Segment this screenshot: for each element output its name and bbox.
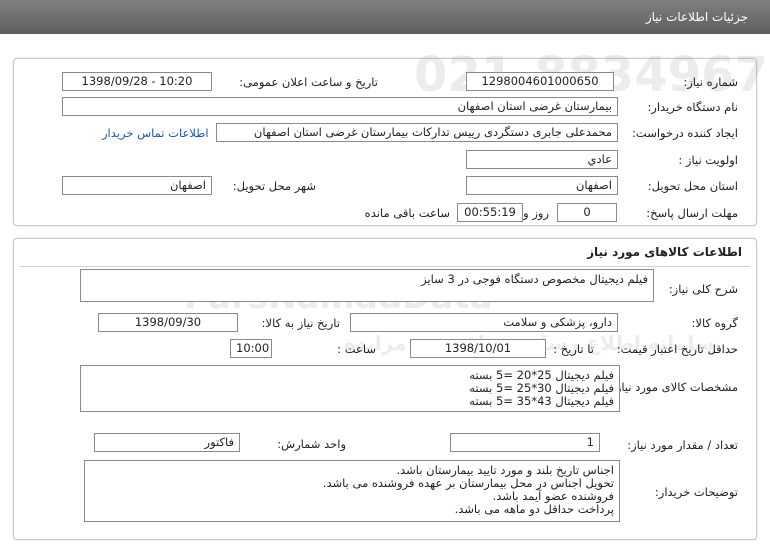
buyer-contact-link[interactable]: اطلاعات تماس خریدار — [102, 126, 209, 140]
goods-section-title: اطلاعات کالاهای مورد نیاز — [587, 245, 742, 259]
section-divider — [20, 266, 750, 267]
goods-group-label: گروه کالا: — [691, 316, 738, 330]
need-number-field[interactable]: 1298004601000650 — [466, 72, 614, 91]
unit-field[interactable]: فاکتور — [94, 433, 240, 452]
buyer-org-field[interactable]: بیمارستان غرضی استان اصفهان — [62, 97, 618, 116]
delivery-province-field[interactable]: اصفهان — [466, 176, 618, 195]
spec-line: فیلم دیجیتال 43*35 =5 بسته — [469, 394, 614, 408]
deadline-time-field[interactable]: 00:55:19 — [457, 203, 523, 222]
days-label: روز و — [523, 206, 549, 220]
quantity-label: تعداد / مقدار مورد نیاز: — [627, 438, 738, 452]
validity-date-field[interactable]: 1398/10/01 — [410, 339, 546, 358]
unit-label: واحد شمارش: — [277, 437, 346, 451]
goods-group-field[interactable]: دارو، پزشکی و سلامت — [350, 313, 618, 332]
specs-field[interactable]: فیلم دیجیتال 25*20 =5 بسته فیلم دیجیتال … — [80, 365, 620, 412]
delivery-province-label: استان محل تحویل: — [647, 179, 738, 193]
announce-datetime-field[interactable]: 1398/09/28 - 10:20 — [62, 72, 212, 91]
need-info-panel: 021-88349670-5 شماره نیاز: 1298004601000… — [13, 47, 770, 226]
deadline-days-field[interactable]: 0 — [557, 203, 617, 222]
remaining-label: ساعت باقی مانده — [364, 206, 450, 220]
quantity-field[interactable]: 1 — [450, 433, 600, 452]
need-date-label: تاریخ نیاز به کالا: — [261, 316, 340, 330]
summary-field[interactable]: فیلم دیجیتال مخصوص دستگاه فوجی در 3 سایز — [80, 269, 654, 302]
announce-datetime-label: تاریخ و ساعت اعلان عمومی: — [239, 75, 378, 89]
deadline-label: مهلت ارسال پاسخ: — [646, 206, 738, 220]
buyer-notes-label: توضیحات خریدار: — [654, 485, 738, 499]
creator-field[interactable]: محمدعلی جابری دستگردی رییس تدارکات بیمار… — [216, 123, 618, 142]
summary-label: شرح کلی نیاز: — [668, 282, 738, 296]
until-date-label: تا تاریخ : — [553, 342, 594, 356]
validity-time-field[interactable]: 10:00 — [230, 339, 272, 358]
page-title: جزئیات اطلاعات نیاز — [645, 10, 748, 24]
priority-field[interactable]: عادي — [466, 150, 618, 169]
buyer-notes-field[interactable]: اجناس تاریخ بلند و مورد تایید بیمارستان … — [84, 460, 620, 522]
buyer-org-label: نام دستگاه خریدار: — [647, 100, 738, 114]
need-number-label: شماره نیاز: — [683, 75, 738, 89]
page-header: جزئیات اطلاعات نیاز — [0, 0, 770, 34]
specs-label: مشخصات کالای مورد نیاز: — [611, 380, 738, 394]
price-validity-label: حداقل تاریخ اعتبار قیمت: — [616, 342, 738, 356]
goods-info-panel: ParsNamadData سامانه اطلاع رسانی مناقصه … — [13, 238, 757, 540]
delivery-city-label: شهر محل تحویل: — [232, 179, 316, 193]
creator-label: ایجاد کننده درخواست: — [632, 126, 738, 140]
delivery-city-field[interactable]: اصفهان — [62, 176, 212, 195]
note-line: پرداخت حداقل دو ماهه می باشد. — [454, 502, 614, 516]
priority-label: اولویت نیاز : — [678, 153, 738, 167]
need-date-field[interactable]: 1398/09/30 — [98, 313, 238, 332]
validity-hour-label: ساعت : — [337, 342, 376, 356]
